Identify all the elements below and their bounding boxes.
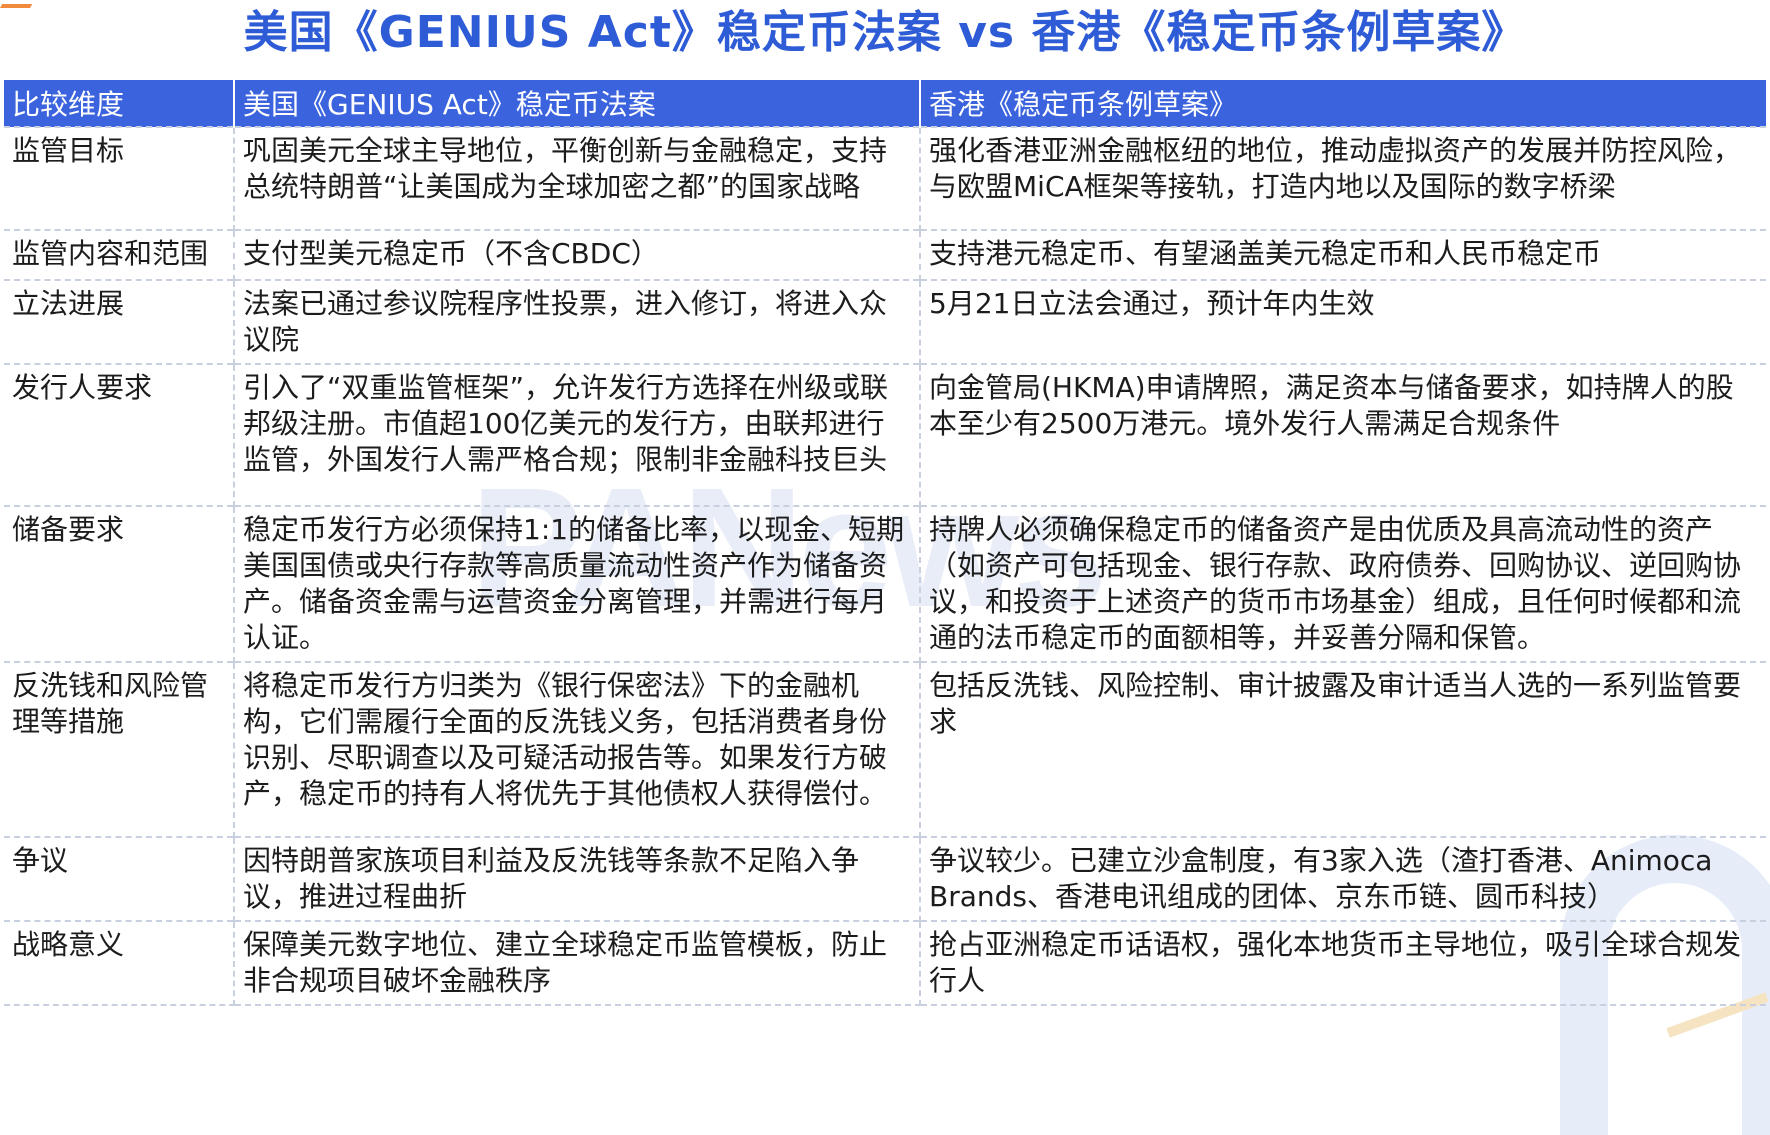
table-row: 战略意义 保障美元数字地位、建立全球稳定币监管模板，防止非合规项目破坏金融秩序 …: [4, 920, 1766, 1006]
row-us-cell: 因特朗普家族项目利益及反洗钱等条款不足陷入争议，推进过程曲折: [234, 836, 921, 921]
row-dimension: 战略意义: [4, 920, 235, 1006]
row-dimension: 发行人要求: [4, 363, 235, 506]
row-dimension: 储备要求: [4, 505, 235, 662]
row-us-cell: 将稳定币发行方归类为《银行保密法》下的金融机构，它们需履行全面的反洗钱义务，包括…: [234, 661, 921, 837]
table-row: 监管内容和范围 支付型美元稳定币（不含CBDC） 支持港元稳定币、有望涵盖美元稳…: [4, 229, 1766, 280]
row-hk-cell: 5月21日立法会通过，预计年内生效: [920, 279, 1766, 364]
row-dimension: 监管内容和范围: [4, 229, 235, 280]
table-row: 发行人要求 引入了“双重监管框架”，允许发行方选择在州级或联邦级注册。市值超10…: [4, 363, 1766, 506]
header-us-act: 美国《GENIUS Act》稳定币法案: [234, 80, 921, 127]
row-hk-cell: 争议较少。已建立沙盒制度，有3家入选（渣打香港、Animoca Brands、香…: [920, 836, 1766, 921]
header-dimension: 比较维度: [4, 80, 235, 127]
row-dimension: 监管目标: [4, 126, 235, 230]
row-hk-cell: 支持港元稳定币、有望涵盖美元稳定币和人民币稳定币: [920, 229, 1766, 280]
table-row: 监管目标 巩固美元全球主导地位，平衡创新与金融稳定，支持总统特朗普“让美国成为全…: [4, 126, 1766, 230]
row-hk-cell: 向金管局(HKMA)申请牌照，满足资本与储备要求，如持牌人的股本至少有2500万…: [920, 363, 1766, 506]
row-dimension: 争议: [4, 836, 235, 921]
row-hk-cell: 抢占亚洲稳定币话语权，强化本地货币主导地位，吸引全球合规发行人: [920, 920, 1766, 1006]
table-row: 反洗钱和风险管理等措施 将稳定币发行方归类为《银行保密法》下的金融机构，它们需履…: [4, 661, 1766, 837]
row-dimension: 立法进展: [4, 279, 235, 364]
header-hk-ordinance: 香港《稳定币条例草案》: [920, 80, 1766, 127]
row-us-cell: 保障美元数字地位、建立全球稳定币监管模板，防止非合规项目破坏金融秩序: [234, 920, 921, 1006]
table-row: 储备要求 稳定币发行方必须保持1:1的储备比率，以现金、短期美国国债或央行存款等…: [4, 505, 1766, 662]
row-hk-cell: 强化香港亚洲金融枢纽的地位，推动虚拟资产的发展并防控风险，与欧盟MiCA框架等接…: [920, 126, 1766, 230]
table-header-row: 比较维度 美国《GENIUS Act》稳定币法案 香港《稳定币条例草案》: [4, 80, 1766, 127]
table-row: 立法进展 法案已通过参议院程序性投票，进入修订，将进入众议院 5月21日立法会通…: [4, 279, 1766, 364]
row-us-cell: 巩固美元全球主导地位，平衡创新与金融稳定，支持总统特朗普“让美国成为全球加密之都…: [234, 126, 921, 230]
row-hk-cell: 持牌人必须确保稳定币的储备资产是由优质及具高流动性的资产（如资产可包括现金、银行…: [920, 505, 1766, 662]
row-us-cell: 引入了“双重监管框架”，允许发行方选择在州级或联邦级注册。市值超100亿美元的发…: [234, 363, 921, 506]
row-dimension: 反洗钱和风险管理等措施: [4, 661, 235, 837]
page-title: 美国《GENIUS Act》稳定币法案 vs 香港《稳定币条例草案》: [243, 7, 1527, 58]
row-us-cell: 法案已通过参议院程序性投票，进入修订，将进入众议院: [234, 279, 921, 364]
row-us-cell: 稳定币发行方必须保持1:1的储备比率，以现金、短期美国国债或央行存款等高质量流动…: [234, 505, 921, 662]
comparison-table: 比较维度 美国《GENIUS Act》稳定币法案 香港《稳定币条例草案》 监管目…: [4, 80, 1766, 1006]
row-hk-cell: 包括反洗钱、风险控制、审计披露及审计适当人选的一系列监管要求: [920, 661, 1766, 837]
row-us-cell: 支付型美元稳定币（不含CBDC）: [234, 229, 921, 280]
table-row: 争议 因特朗普家族项目利益及反洗钱等条款不足陷入争议，推进过程曲折 争议较少。已…: [4, 836, 1766, 921]
